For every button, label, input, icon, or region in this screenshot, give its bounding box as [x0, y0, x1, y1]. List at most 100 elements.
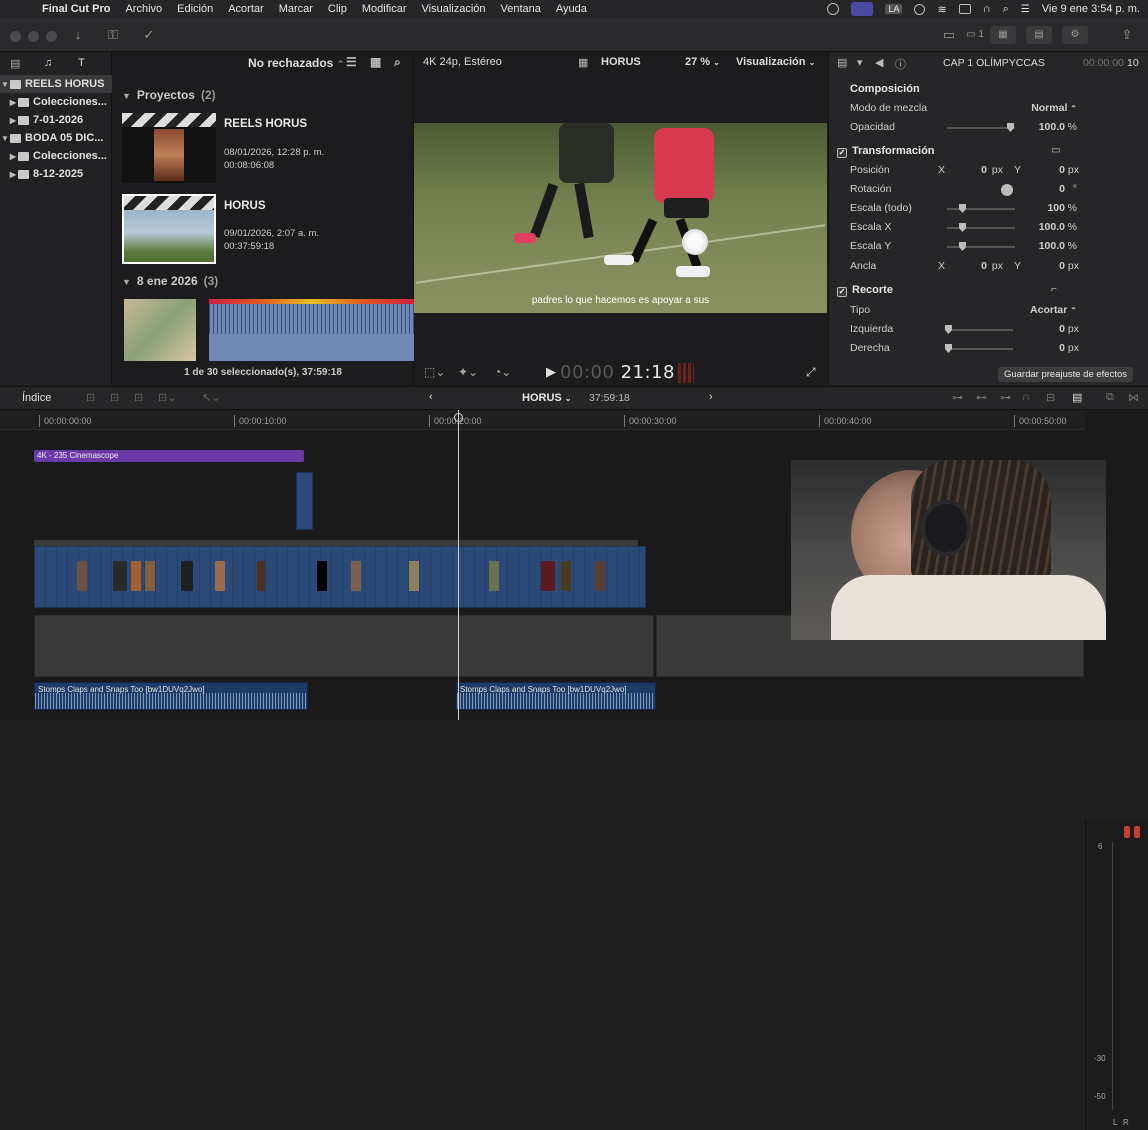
transform-checkbox[interactable]: ✓ — [837, 148, 847, 158]
library-item-boda[interactable]: ▼ BODA 05 DIC... — [0, 129, 112, 147]
wifi-icon[interactable]: ≋ — [937, 3, 946, 16]
library-item-reels-horus[interactable]: ▼ REELS HORUS — [0, 75, 112, 93]
tool-select-icon[interactable]: ↖⌄ — [202, 391, 220, 404]
crop-onscreen-icon[interactable]: ⌐ — [1051, 284, 1057, 295]
solo-icon[interactable]: ∩ — [1022, 391, 1030, 403]
menu-visualizacion[interactable]: Visualización — [422, 3, 486, 15]
menu-marcar[interactable]: Marcar — [279, 3, 313, 15]
menu-edicion[interactable]: Edición — [177, 3, 213, 15]
rotation-value[interactable]: 0 — [1029, 180, 1065, 199]
audio-clip[interactable]: Stomps Claps and Snaps Too [bw1DUVq2Jwo] — [456, 682, 656, 710]
library-item-collections[interactable]: ▶ Colecciones... — [0, 93, 112, 111]
zoom-dropdown[interactable]: 27 % ⌄ — [685, 56, 720, 68]
headphones-icon[interactable]: ∩ — [983, 3, 991, 15]
photos-audio-icon[interactable]: ♫ — [44, 57, 52, 69]
crop-left-slider-knob[interactable] — [945, 325, 952, 334]
disclosure-open-icon[interactable]: ▼ — [0, 130, 10, 147]
crop-right-slider-knob[interactable] — [945, 344, 952, 353]
scale-all-slider[interactable] — [947, 208, 1015, 210]
event-clip-thumbnail[interactable] — [124, 299, 196, 361]
disclosure-closed-icon[interactable]: ▶ — [8, 112, 18, 129]
video-inspector-icon[interactable]: ▤ — [837, 56, 847, 69]
info-inspector-icon[interactable]: ⓘ — [895, 56, 906, 72]
keyword-icon[interactable]: ⚿ — [104, 26, 122, 44]
project-name[interactable]: REELS HORUS — [224, 118, 307, 130]
history-forward-icon[interactable]: › — [709, 391, 713, 403]
creative-cloud-icon[interactable] — [827, 3, 840, 15]
background-tasks-icon[interactable]: ✓ — [140, 26, 158, 44]
clip-appearance-icon[interactable]: ⊶ — [952, 391, 963, 404]
primary-storyline-clips[interactable] — [34, 546, 646, 608]
transform-heading[interactable]: ✓ Transformación — [837, 145, 935, 158]
save-effects-preset-button[interactable]: Guardar preajuste de efectos — [998, 367, 1133, 382]
disclosure-open-icon[interactable]: ▼ — [122, 277, 131, 287]
event-clip-audio-thumbnail[interactable] — [209, 299, 414, 361]
apple-menu-icon[interactable] — [14, 2, 28, 16]
search-icon[interactable]: ⌕ — [1003, 3, 1009, 16]
timeline-project-dropdown[interactable]: HORUS ⌄ — [522, 392, 572, 404]
project-name[interactable]: HORUS — [224, 200, 266, 212]
screen-mirror-icon[interactable] — [851, 2, 874, 16]
import-icon[interactable]: ↓ — [70, 26, 86, 44]
anchor-y-value[interactable]: 0 — [1033, 257, 1065, 276]
scale-all-value[interactable]: 100 — [1029, 199, 1065, 218]
window-minimize-button[interactable] — [28, 31, 39, 42]
scale-x-slider-knob[interactable] — [959, 223, 966, 232]
search-icon[interactable]: ⌕ — [394, 55, 401, 70]
scale-x-slider[interactable] — [947, 227, 1015, 229]
opacity-slider-knob[interactable] — [1007, 123, 1014, 132]
timeline-ruler[interactable]: 00:00:00:00 00:00:10:00 00:00:20:00 00:0… — [0, 410, 1085, 430]
transform-onscreen-icon[interactable]: ▭ — [1051, 145, 1060, 156]
connected-clip[interactable] — [296, 472, 313, 530]
control-center-icon[interactable]: ☰ — [1021, 4, 1030, 15]
disclosure-closed-icon[interactable]: ▶ — [8, 94, 18, 111]
libraries-icon[interactable]: ▤ — [10, 57, 20, 70]
show-inspector-toggle[interactable]: ⚙ — [1062, 26, 1088, 44]
crop-right-slider[interactable] — [945, 348, 1013, 350]
opacity-slider[interactable] — [947, 127, 1015, 129]
skimming-icon[interactable]: ⊷ — [976, 391, 987, 404]
transform-tool-icon[interactable]: ⬚⌄ — [424, 365, 445, 379]
crop-right-value[interactable]: 0 — [1029, 339, 1065, 358]
clip-appearance-icon[interactable]: ☰ — [346, 55, 357, 69]
menu-ventana[interactable]: Ventana — [501, 3, 541, 15]
retime-icon[interactable]: ◔⌄ — [494, 365, 511, 379]
disclosure-closed-icon[interactable]: ▶ — [8, 148, 18, 165]
anchor-x-value[interactable]: 0 — [959, 257, 987, 276]
scale-y-slider[interactable] — [947, 246, 1015, 248]
effects-browser-icon[interactable]: ⧉ — [1106, 391, 1114, 404]
disclosure-closed-icon[interactable]: ▶ — [8, 166, 18, 183]
fullscreen-icon[interactable]: ⤢ — [806, 365, 816, 380]
playhead-handle[interactable] — [454, 413, 463, 422]
playhead[interactable] — [458, 410, 459, 720]
scale-all-slider-knob[interactable] — [959, 204, 966, 213]
play-status-icon[interactable] — [914, 3, 926, 15]
snapping-icon[interactable]: ⊟ — [1046, 391, 1055, 404]
input-source-indicator[interactable]: LA — [885, 4, 903, 14]
gap-clip[interactable] — [34, 615, 654, 677]
library-item-event-7-01-2026[interactable]: ▶ 7-01-2026 — [0, 111, 112, 129]
position-x-value[interactable]: 0 — [959, 161, 987, 180]
clip-appearance-toggle-icon[interactable]: ▤ — [1072, 391, 1082, 404]
filter-dropdown[interactable]: No rechazados ⌃ — [248, 56, 344, 70]
filmstrip-view-icon[interactable]: ▦ — [370, 55, 381, 69]
share-icon[interactable]: ⇪ — [1118, 26, 1136, 44]
menu-clip[interactable]: Clip — [328, 3, 347, 15]
menu-clock[interactable]: Vie 9 ene 3:54 p. m. — [1042, 3, 1140, 15]
scale-x-value[interactable]: 100.0 — [1029, 218, 1065, 237]
scale-y-slider-knob[interactable] — [959, 242, 966, 251]
section-projects[interactable]: ▼ Proyectos (2) — [122, 88, 216, 102]
title-clip[interactable]: 4K - 235 Cinemascope — [34, 450, 304, 462]
viewer-timecode[interactable]: 00:00 21:18 — [560, 362, 675, 383]
disclosure-open-icon[interactable]: ▼ — [0, 76, 10, 93]
connect-clip-icon[interactable]: ⊡ — [86, 391, 95, 404]
play-button[interactable]: ▶ — [546, 364, 556, 380]
blend-mode-dropdown[interactable]: Normal ⌃ — [1027, 99, 1077, 118]
project-thumbnail-reels-horus[interactable] — [122, 113, 216, 183]
show-timeline-toggle[interactable]: ▤ — [1026, 26, 1052, 44]
menu-app-name[interactable]: Final Cut Pro — [42, 3, 110, 15]
window-zoom-button[interactable] — [46, 31, 57, 42]
history-back-icon[interactable]: ‹ — [429, 391, 433, 403]
position-y-value[interactable]: 0 — [1033, 161, 1065, 180]
transitions-browser-icon[interactable]: ⋈ — [1128, 391, 1139, 404]
